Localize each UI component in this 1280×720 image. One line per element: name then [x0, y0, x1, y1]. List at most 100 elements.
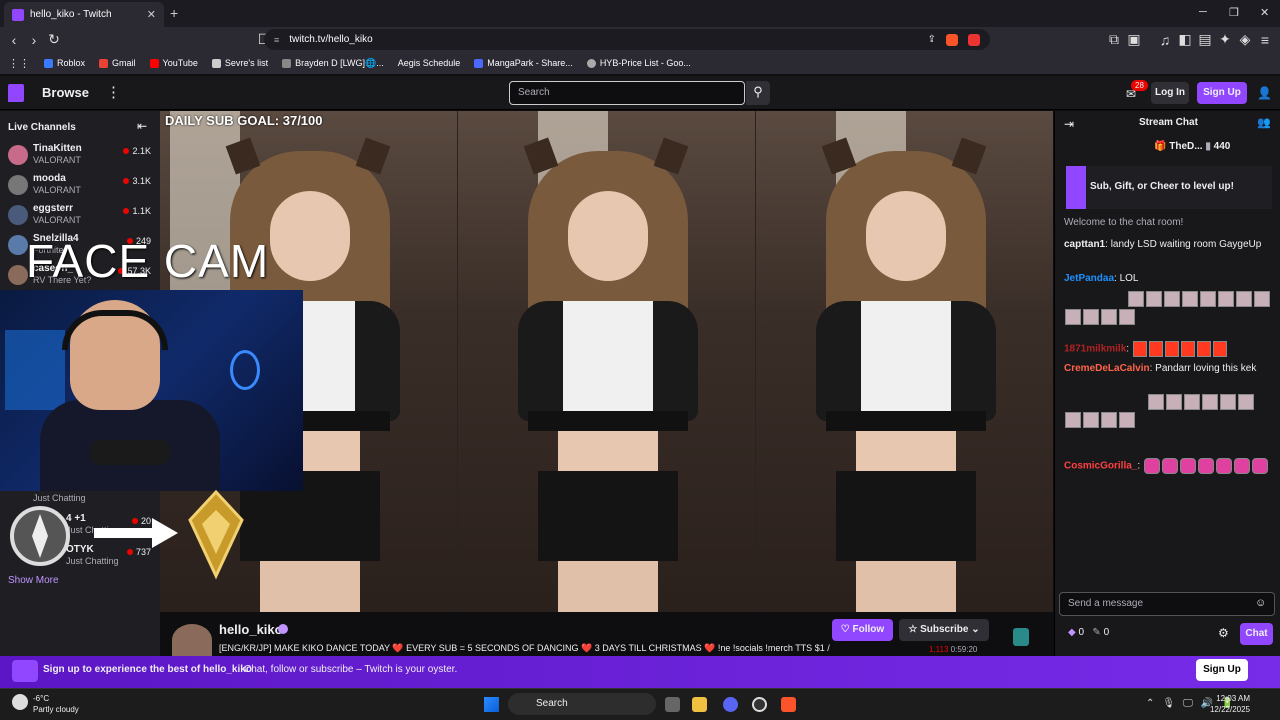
show-more-link[interactable]: Show More	[8, 575, 59, 586]
pink-emote	[1251, 458, 1268, 474]
bookmark-mangapark[interactable]: MangaPark - Share...	[474, 58, 573, 68]
banner-signup-button[interactable]: Sign Up	[1196, 659, 1248, 681]
bookmark-aegis[interactable]: Aegis Schedule	[398, 58, 461, 68]
more-options-icon[interactable]: ⋮	[106, 83, 121, 101]
search-input[interactable]: Search	[509, 81, 745, 105]
weather-icon[interactable]	[12, 694, 28, 710]
emoji-picker-icon[interactable]: ☺	[1255, 597, 1266, 609]
belt-shape	[826, 411, 986, 431]
twitch-logo-icon[interactable]	[8, 84, 24, 102]
bookmark-youtube[interactable]: YouTube	[149, 58, 198, 68]
forward-icon[interactable]: ›	[24, 32, 44, 48]
brave-browser-icon[interactable]	[781, 697, 796, 712]
facecam-label: FACE CAM	[26, 235, 270, 287]
collapse-sidebar-icon[interactable]: ⇤	[137, 119, 147, 133]
start-button-icon[interactable]	[484, 697, 499, 712]
brave-rewards-icon[interactable]	[968, 33, 980, 46]
minimize-icon[interactable]: ─	[1199, 6, 1207, 18]
chat-settings-icon[interactable]: ⚙	[1218, 626, 1229, 640]
wallet-icon[interactable]: ▤	[1195, 31, 1215, 48]
avatar	[8, 235, 28, 255]
pink-emote	[1215, 458, 1232, 474]
media-icon[interactable]: ♫	[1155, 32, 1175, 48]
avatar	[8, 205, 28, 225]
bookmark-brayden[interactable]: Brayden D [LWG]🌐...	[282, 58, 384, 69]
close-window-icon[interactable]: ✕	[1260, 6, 1269, 19]
back-icon[interactable]: ‹	[4, 32, 24, 48]
chat-send-button[interactable]: Chat	[1240, 623, 1273, 645]
chat-username[interactable]	[1064, 292, 1124, 307]
leaderboard[interactable]: 🎁 TheD... ▮ 440	[1154, 141, 1230, 152]
banner-headline: Sign up to experience the best of hello_…	[43, 664, 252, 675]
steam-icon[interactable]	[752, 697, 767, 712]
emote	[1165, 394, 1182, 410]
streamer-avatar[interactable]	[172, 624, 212, 656]
login-button[interactable]: Log In	[1151, 82, 1189, 104]
bookmark-roblox[interactable]: Roblox	[44, 58, 85, 68]
extensions-icon[interactable]: ⧉	[1104, 31, 1124, 48]
chat-username[interactable]: capttan1	[1064, 239, 1105, 250]
sidebar-channel[interactable]: eggsterr VALORANT 1.1K	[8, 202, 156, 232]
emote	[1199, 291, 1216, 307]
vpn-icon[interactable]: ◈	[1235, 31, 1255, 48]
file-explorer-icon[interactable]	[692, 697, 707, 712]
apps-grid-icon[interactable]: ⋮⋮	[8, 57, 30, 70]
taskbar-search[interactable]: Search	[508, 693, 656, 715]
bookmark-hyb[interactable]: HYB-Price List - Goo...	[586, 58, 691, 68]
brave-shield-icon[interactable]	[946, 33, 958, 46]
chat-username[interactable]: CremeDeLaCalvin	[1064, 363, 1150, 374]
browser-tab[interactable]: hello_kiko - Twitch ✕	[4, 2, 164, 27]
chat-username[interactable]: 1871milkmilk	[1064, 344, 1126, 355]
browse-link[interactable]: Browse	[42, 85, 89, 100]
fire-emote	[1148, 341, 1163, 357]
streamer-name[interactable]: hello_kiko	[219, 622, 283, 637]
chat-username[interactable]	[1064, 395, 1144, 410]
url-field[interactable]: ≡ twitch.tv/hello_kiko ⇪	[264, 29, 990, 50]
chat-points[interactable]: ◆ 0 ✎ 0	[1068, 627, 1109, 638]
screenshot-icon[interactable]: ▣	[1124, 31, 1144, 48]
site-info-icon[interactable]: ≡	[274, 35, 279, 45]
channel-name: mooda	[33, 173, 66, 184]
emote	[1183, 394, 1200, 410]
emote	[1119, 412, 1135, 428]
collapse-chat-icon[interactable]: ⇥	[1064, 117, 1074, 131]
search-icon[interactable]: ⚲	[746, 81, 770, 105]
close-tab-icon[interactable]: ✕	[147, 8, 156, 21]
gift-icon[interactable]	[1013, 628, 1029, 646]
channel-game: VALORANT	[33, 215, 81, 225]
face-shape	[270, 191, 350, 281]
chat-username[interactable]: CosmicGorilla_	[1064, 461, 1137, 472]
chat-users-icon[interactable]: 👥	[1257, 116, 1271, 129]
live-channels-title: Live Channels	[8, 122, 76, 133]
restore-icon[interactable]: ❐	[1229, 6, 1239, 19]
sidebar-channel[interactable]: TinaKitten VALORANT 2.1K	[8, 142, 156, 172]
twitch-favicon-icon	[12, 8, 24, 21]
sidebar-channel[interactable]: mooda VALORANT 3.1K	[8, 172, 156, 202]
follow-button[interactable]: ♡ Follow	[832, 619, 893, 641]
share-icon[interactable]: ⇪	[928, 34, 936, 45]
leo-icon[interactable]: ✦	[1215, 31, 1235, 48]
bookmark-sevres-list[interactable]: Sevre's list	[211, 58, 268, 68]
user-menu-icon[interactable]: 👤	[1257, 86, 1272, 100]
arrow-right-icon	[94, 518, 178, 548]
bits-value: 0	[1103, 627, 1110, 638]
emote	[1147, 394, 1164, 410]
emote	[1119, 309, 1135, 325]
menu-icon[interactable]: ≡	[1255, 32, 1275, 48]
chat-username[interactable]: JetPandaa	[1064, 273, 1114, 284]
emote	[1219, 394, 1236, 410]
leader-amount: 440	[1213, 141, 1231, 152]
sidebar-icon[interactable]: ◧	[1175, 31, 1195, 48]
chat-text: Pandarr loving this kek	[1155, 363, 1257, 374]
chat-input[interactable]: Send a message	[1059, 592, 1275, 616]
notification-badge: 28	[1131, 80, 1148, 91]
signup-button[interactable]: Sign Up	[1197, 82, 1247, 104]
led-light-shape	[230, 350, 260, 390]
reload-icon[interactable]: ↻	[44, 31, 64, 48]
taskbar-clock[interactable]: 12:03 AM 12/22/2025	[1204, 693, 1250, 715]
task-view-icon[interactable]	[665, 697, 680, 712]
discord-icon[interactable]	[723, 697, 738, 712]
new-tab-button[interactable]: +	[170, 5, 178, 21]
bookmark-gmail[interactable]: Gmail	[99, 58, 136, 68]
subscribe-button[interactable]: ☆ Subscribe ⌄	[899, 619, 989, 641]
